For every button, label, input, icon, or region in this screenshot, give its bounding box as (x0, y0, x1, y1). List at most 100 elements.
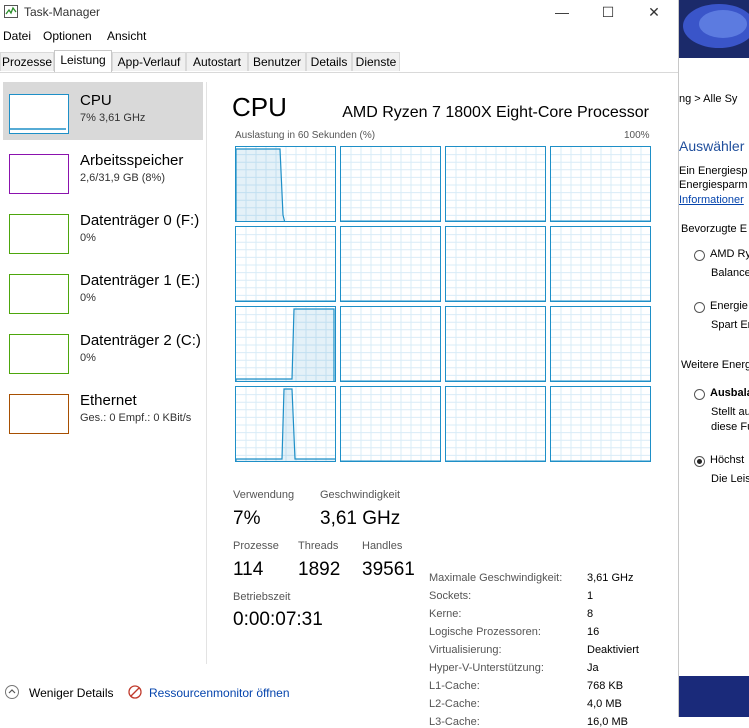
info-label: Sockets: (429, 590, 472, 602)
menu-datei[interactable]: Datei (3, 29, 31, 43)
info-label: Virtualisierung: (429, 644, 502, 656)
info-label: Logische Prozessoren: (429, 626, 541, 638)
tab-app-verlauf[interactable]: App-Verlauf (112, 52, 186, 71)
core-graph (550, 306, 651, 382)
sidebar-item-detail: 2,6/31,9 GB (8%) (80, 172, 165, 184)
sidebar-thumbnail-graph (9, 394, 69, 434)
handles-label: Handles (362, 540, 403, 552)
sidebar-item-name: Datenträger 0 (F:) (80, 212, 200, 229)
plan-radio-4[interactable] (694, 456, 705, 467)
info-link[interactable]: Informationer (679, 194, 744, 206)
threads-value: 1892 (298, 559, 341, 580)
plan-4-desc: Die Leis (711, 473, 749, 485)
speed-label: Geschwindigkeit (320, 489, 401, 501)
processor-name: AMD Ryzen 7 1800X Eight-Core Processor (342, 104, 649, 121)
graph-max-label: 100% (624, 130, 650, 141)
core-graph (550, 226, 651, 302)
task-manager-icon (4, 5, 18, 18)
background-window: ng > Alle Sy Auswähler Ein Energiesp Ene… (678, 0, 749, 717)
info-label: L3-Cache: (429, 716, 480, 728)
plan-3-desc-2: diese Fu (711, 421, 749, 433)
core-graph (235, 306, 336, 382)
usage-label: Verwendung (233, 489, 295, 501)
plan-radio-1[interactable] (694, 250, 705, 261)
sidebar-item-detail: 0% (80, 352, 96, 364)
sidebar-item-name: CPU (80, 92, 112, 109)
plan-4-name: Höchst (710, 454, 745, 466)
info-label: Maximale Geschwindigkeit: (429, 572, 563, 584)
graph-label: Auslastung in 60 Sekunden (%) (235, 130, 376, 141)
tab-prozesse[interactable]: Prozesse (0, 52, 54, 71)
info-value: 16 (587, 626, 600, 638)
sidebar-item-name: Ethernet (80, 392, 137, 409)
core-graph (340, 146, 441, 222)
plan-radio-3[interactable] (694, 389, 705, 400)
info-value: 3,61 GHz (587, 572, 634, 584)
processes-value: 114 (233, 559, 264, 580)
desc-line-2: Energiesparm (679, 179, 748, 191)
info-value: 16,0 MB (587, 716, 628, 728)
core-graph (550, 146, 651, 222)
core-graph (340, 386, 441, 462)
tab-leistung[interactable]: Leistung (54, 50, 112, 72)
menu-ansicht[interactable]: Ansicht (107, 29, 146, 43)
sidebar-item-name: Datenträger 1 (E:) (80, 272, 201, 289)
minimize-button[interactable]: — (539, 0, 585, 24)
info-value: 1 (587, 590, 594, 602)
breadcrumb[interactable]: ng > Alle Sy (679, 93, 737, 105)
plan-2-name: Energie (710, 300, 748, 312)
threads-label: Threads (298, 540, 339, 552)
sidebar-item[interactable]: Arbeitsspeicher 2,6/31,9 GB (8%) (3, 142, 203, 200)
close-button[interactable]: ✕ (631, 0, 677, 24)
sidebar-divider (206, 82, 207, 664)
core-graph (445, 386, 546, 462)
core-graph (550, 386, 651, 462)
sidebar-thumbnail-graph (9, 94, 69, 134)
handles-value: 39561 (362, 559, 415, 580)
tab-dienste[interactable]: Dienste (352, 52, 400, 71)
info-value: Deaktiviert (587, 644, 639, 656)
sidebar-item-detail: 7% 3,61 GHz (80, 112, 146, 124)
wallpaper-pattern (683, 4, 749, 48)
sidebar-item[interactable]: Ethernet Ges.: 0 Empf.: 0 KBit/s (3, 382, 203, 440)
sidebar-item[interactable]: Datenträger 2 (C:) 0% (3, 322, 203, 380)
sidebar-item[interactable]: Datenträger 0 (F:) 0% (3, 202, 203, 260)
core-graph (340, 226, 441, 302)
sidebar-item[interactable]: Datenträger 1 (E:) 0% (3, 262, 203, 320)
sidebar-item-detail: 0% (80, 292, 96, 304)
chevron-up-icon[interactable] (5, 685, 19, 699)
sidebar-thumbnail-graph (9, 154, 69, 194)
page-title: CPU (232, 92, 287, 122)
sidebar-thumbnail-graph (9, 214, 69, 254)
core-graph (445, 226, 546, 302)
plan-3-desc-1: Stellt au (711, 406, 749, 418)
tab-autostart[interactable]: Autostart (186, 52, 248, 71)
sidebar-item-detail: 0% (80, 232, 96, 244)
plan-radio-2[interactable] (694, 302, 705, 313)
core-graph (445, 146, 546, 222)
fewer-details-link[interactable]: Weniger Details (29, 686, 113, 700)
power-heading: Auswähler (679, 138, 745, 154)
bottom-bar: Weniger Details Ressourcenmonitor öffnen (0, 674, 678, 717)
tab-details[interactable]: Details (306, 52, 352, 71)
title-bar: Task-Manager — ☐ ✕ (0, 0, 678, 24)
uptime-value: 0:00:07:31 (233, 609, 323, 630)
tab-bar: Prozesse Leistung App-Verlauf Autostart … (0, 50, 678, 73)
more-plans-label: Weitere Energ (681, 359, 749, 371)
sidebar-item[interactable]: CPU 7% 3,61 GHz (3, 82, 203, 140)
plan-3-name: Ausbala (710, 387, 749, 399)
resource-monitor-link[interactable]: Ressourcenmonitor öffnen (149, 686, 290, 700)
plan-2-desc: Spart Er (711, 319, 749, 331)
processes-label: Prozesse (233, 540, 279, 552)
menu-optionen[interactable]: Optionen (43, 29, 92, 43)
info-label: Kerne: (429, 608, 462, 620)
tab-benutzer[interactable]: Benutzer (248, 52, 306, 71)
core-graph (340, 306, 441, 382)
sidebar-item-name: Arbeitsspeicher (80, 152, 184, 169)
speed-value: 3,61 GHz (320, 508, 401, 529)
info-value: Ja (587, 662, 599, 674)
sidebar-item-name: Datenträger 2 (C:) (80, 332, 201, 349)
maximize-button[interactable]: ☐ (585, 0, 631, 24)
sidebar-thumbnail-graph (9, 274, 69, 314)
plan-1-desc: Balance (711, 267, 749, 279)
